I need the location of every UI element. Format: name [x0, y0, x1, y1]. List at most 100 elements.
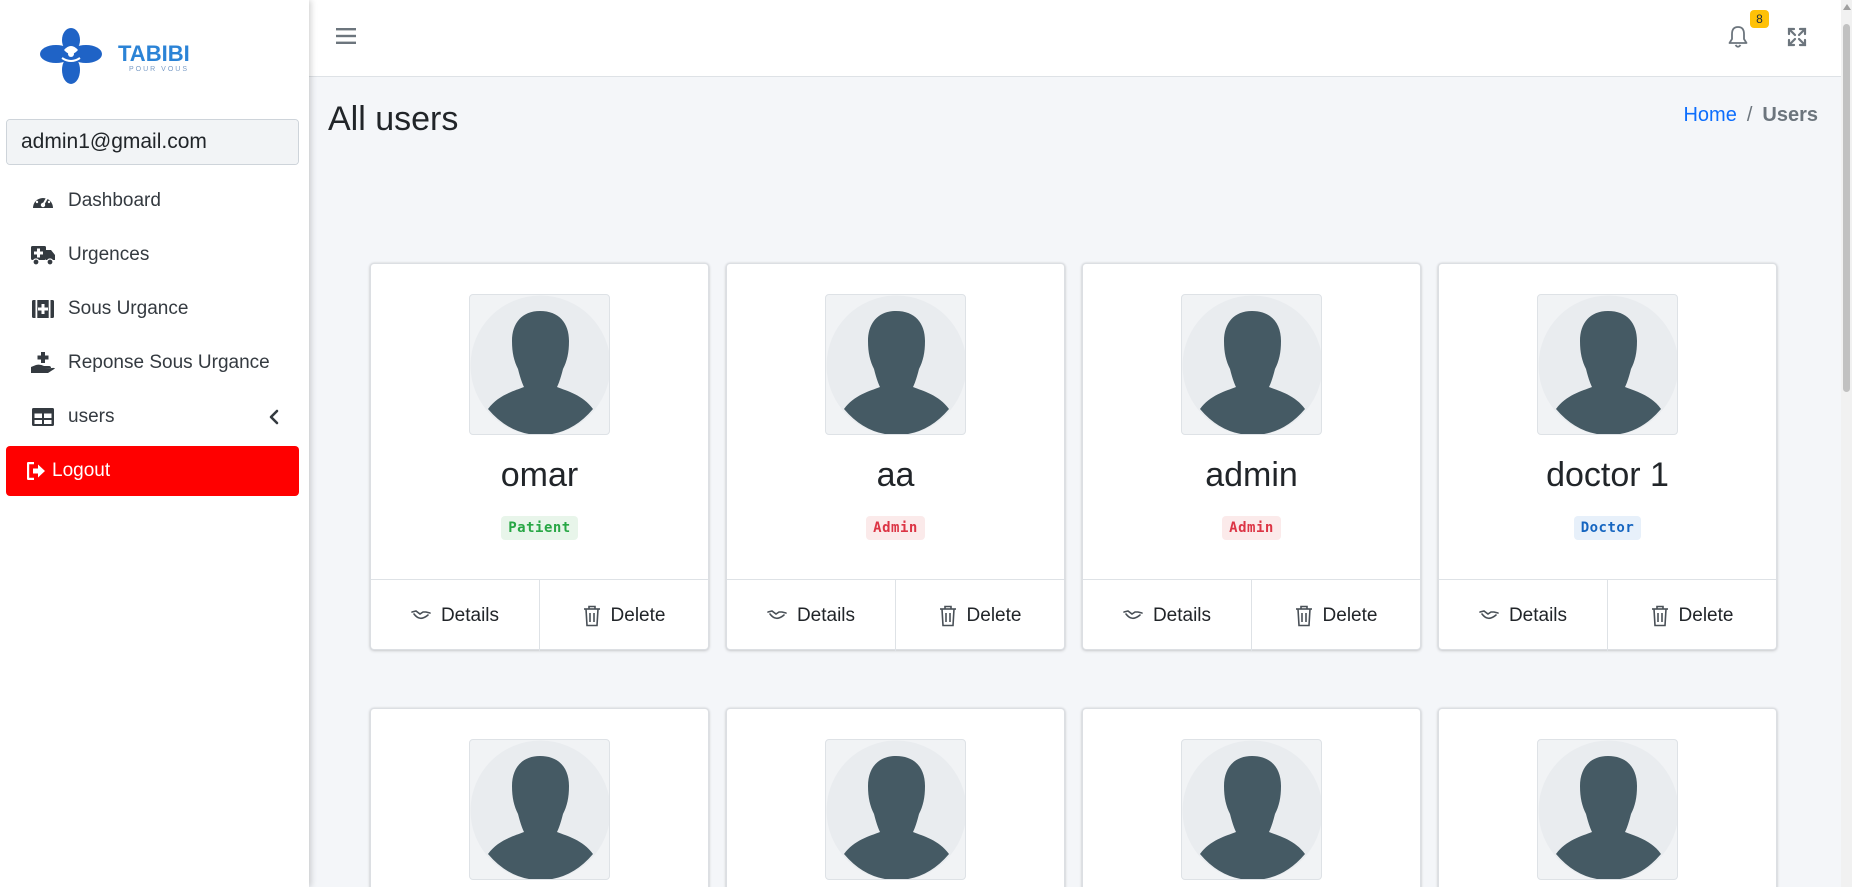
- top-navbar: 8: [309, 0, 1841, 77]
- role-badge: Admin: [866, 516, 925, 540]
- page-scrollbar[interactable]: [1841, 0, 1852, 887]
- logout-button[interactable]: Logout: [6, 446, 299, 496]
- first-aid-icon: [30, 297, 56, 321]
- user-card: [1438, 708, 1777, 887]
- details-button[interactable]: Details: [1439, 580, 1607, 651]
- hand-holding-medical-icon: [30, 351, 56, 375]
- avatar: [1181, 294, 1322, 435]
- tachometer-icon: [30, 189, 56, 213]
- role-badge: Doctor: [1573, 516, 1642, 540]
- sidebar-item-dashboard[interactable]: Dashboard: [0, 174, 309, 228]
- table-icon: [30, 405, 56, 429]
- user-name: omar: [500, 456, 579, 494]
- sidebar-nav: Dashboard Urgences Sous Urgance Reponse …: [0, 174, 309, 444]
- details-label: Details: [796, 604, 856, 626]
- tabibi-logo-icon: [40, 28, 102, 84]
- delete-label: Delete: [1678, 604, 1734, 626]
- sidebar-item-urgences[interactable]: Urgences: [0, 228, 309, 282]
- breadcrumb: Home / Users: [1683, 104, 1818, 127]
- scrollbar-thumb[interactable]: [1843, 24, 1850, 392]
- sidebar-search: [6, 119, 299, 165]
- delete-label: Delete: [610, 604, 666, 626]
- user-name: doctor 1: [1546, 456, 1669, 494]
- delete-button[interactable]: Delete: [1251, 580, 1420, 651]
- ambulance-icon: [30, 243, 56, 267]
- card-actions: Details Delete: [1083, 579, 1420, 651]
- brand-name: TABIBI: [118, 41, 190, 66]
- card-actions: Details Delete: [1439, 579, 1776, 651]
- sidebar-item-label: Sous Urgance: [68, 298, 189, 319]
- handshake-icon: [1123, 609, 1143, 623]
- details-button[interactable]: Details: [1083, 580, 1251, 651]
- breadcrumb-current: Users: [1762, 104, 1818, 126]
- user-card: aa Admin Details Delete: [726, 263, 1065, 651]
- sign-out-icon: [26, 459, 48, 483]
- user-card: omar Patient Details Delete: [370, 263, 709, 651]
- user-card: doctor 1 Doctor Details Delete: [1438, 263, 1777, 651]
- sidebar-item-users[interactable]: users: [0, 390, 309, 444]
- bell-icon: [1728, 26, 1748, 48]
- details-button[interactable]: Details: [727, 580, 895, 651]
- sidebar-item-label: users: [68, 406, 115, 427]
- notification-count-badge: 8: [1750, 10, 1769, 28]
- handshake-icon: [411, 609, 431, 623]
- sidebar-item-reponse-sous-urgance[interactable]: Reponse Sous Urgance: [0, 336, 309, 390]
- delete-label: Delete: [966, 604, 1022, 626]
- sidebar-item-label: Reponse Sous Urgance: [68, 352, 270, 373]
- details-button[interactable]: Details: [371, 580, 539, 651]
- breadcrumb-separator: /: [1746, 104, 1753, 126]
- trash-icon: [1651, 605, 1669, 627]
- user-silhouette-icon: [1182, 295, 1321, 434]
- user-card: [1082, 708, 1421, 887]
- avatar: [1537, 739, 1678, 880]
- delete-label: Delete: [1322, 604, 1378, 626]
- breadcrumb-home-link[interactable]: Home: [1683, 104, 1736, 127]
- logout-label: Logout: [52, 460, 111, 481]
- scroll-up-arrow-icon[interactable]: [1843, 4, 1851, 10]
- brand-tagline: POUR VOUS: [129, 66, 189, 73]
- details-label: Details: [1152, 604, 1212, 626]
- trash-icon: [583, 605, 601, 627]
- user-card: admin Admin Details Delete: [1082, 263, 1421, 651]
- trash-icon: [1295, 605, 1313, 627]
- user-silhouette-icon: [826, 295, 965, 434]
- delete-button[interactable]: Delete: [539, 580, 708, 651]
- menu-toggle-icon[interactable]: [336, 26, 356, 46]
- user-name: admin: [1205, 456, 1298, 494]
- handshake-icon: [767, 609, 787, 623]
- handshake-icon: [1479, 609, 1499, 623]
- notifications-button[interactable]: [1727, 25, 1749, 54]
- sidebar-item-label: Urgences: [68, 244, 150, 265]
- details-label: Details: [440, 604, 500, 626]
- avatar: [825, 739, 966, 880]
- user-silhouette-icon: [470, 740, 609, 879]
- sidebar: TABIBI POUR VOUS Da: [0, 0, 309, 887]
- search-input[interactable]: [7, 120, 298, 164]
- user-card: [726, 708, 1065, 887]
- sidebar-item-label: Dashboard: [68, 190, 161, 211]
- card-actions: Details Delete: [727, 579, 1064, 651]
- avatar: [1537, 294, 1678, 435]
- page-title: All users: [328, 100, 459, 138]
- brand-logo[interactable]: TABIBI POUR VOUS: [0, 0, 309, 118]
- delete-button[interactable]: Delete: [895, 580, 1064, 651]
- avatar: [469, 294, 610, 435]
- sidebar-item-sous-urgance[interactable]: Sous Urgance: [0, 282, 309, 336]
- user-silhouette-icon: [826, 740, 965, 879]
- card-actions: Details Delete: [371, 579, 708, 651]
- delete-button[interactable]: Delete: [1607, 580, 1776, 651]
- role-badge: Admin: [1222, 516, 1281, 540]
- role-badge: Patient: [501, 516, 578, 540]
- avatar: [825, 294, 966, 435]
- details-label: Details: [1508, 604, 1568, 626]
- user-silhouette-icon: [1538, 740, 1677, 879]
- avatar: [469, 739, 610, 880]
- trash-icon: [939, 605, 957, 627]
- user-silhouette-icon: [1538, 295, 1677, 434]
- fullscreen-icon[interactable]: [1787, 27, 1807, 52]
- chevron-left-icon[interactable]: [269, 409, 279, 431]
- avatar: [1181, 739, 1322, 880]
- user-silhouette-icon: [1182, 740, 1321, 879]
- user-name: aa: [876, 456, 915, 494]
- user-silhouette-icon: [470, 295, 609, 434]
